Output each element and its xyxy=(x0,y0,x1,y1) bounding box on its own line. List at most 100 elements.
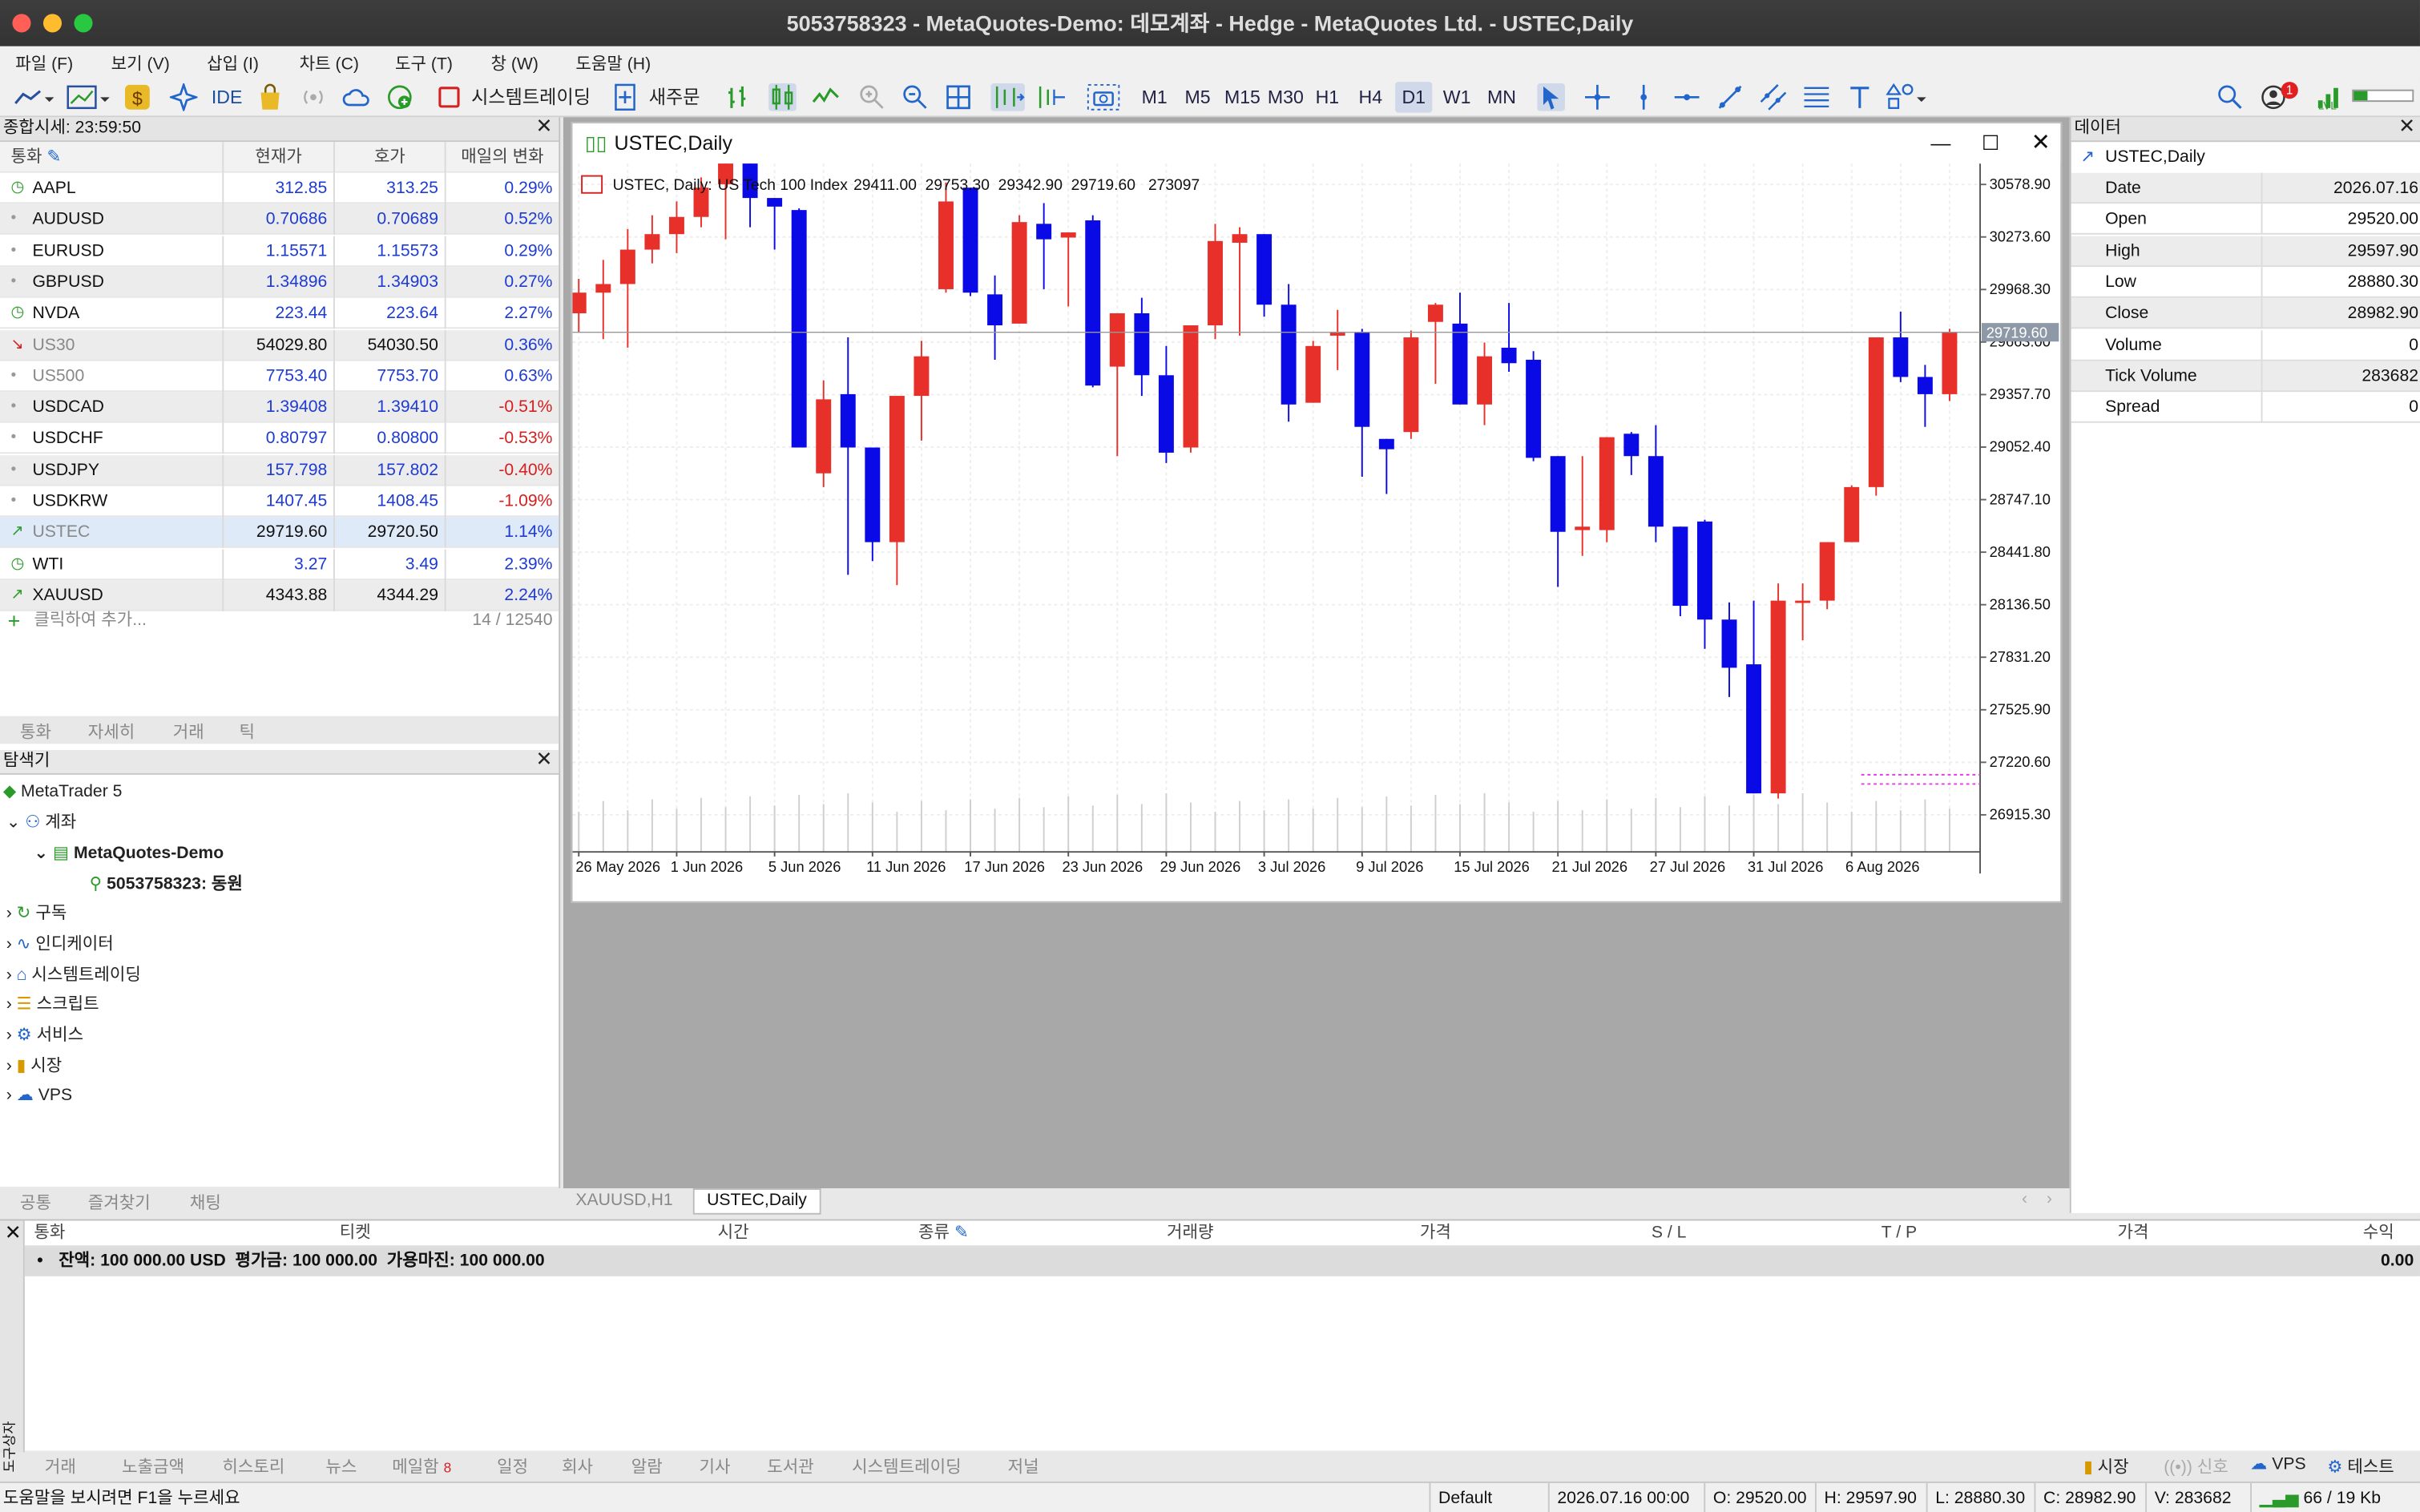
menu-charts[interactable]: 차트 (C) xyxy=(300,51,359,76)
zoom-window-button[interactable] xyxy=(74,14,93,33)
algo-trading-icon[interactable] xyxy=(435,83,463,111)
fibonacci-icon[interactable] xyxy=(1803,83,1831,111)
timeframe-m1[interactable]: M1 xyxy=(1136,82,1173,113)
column-type[interactable]: 종류 ✎ xyxy=(918,1220,969,1247)
market-watch-row[interactable]: ◷ AAPL 312.85 313.25 0.29% xyxy=(0,172,559,204)
column-daily-change[interactable]: 매일의 변화 xyxy=(446,142,559,173)
zoom-out-icon[interactable] xyxy=(901,83,930,111)
close-icon[interactable]: ✕ xyxy=(2031,123,2051,163)
market-watch-row[interactable]: • AUDUSD 0.70686 0.70689 0.52% xyxy=(0,204,559,236)
vps-button[interactable]: ☁ VPS xyxy=(2250,1454,2305,1474)
add-symbol-row[interactable]: + 클릭하여 추가... 14 / 12540 xyxy=(0,605,559,636)
timeframe-m5[interactable]: M5 xyxy=(1179,82,1216,113)
column-symbol[interactable]: 통화 xyxy=(34,1220,65,1247)
market-watch-row[interactable]: • USDJPY 157.798 157.802 -0.40% xyxy=(0,454,559,486)
timeframe-m30[interactable]: M30 xyxy=(1264,82,1307,113)
screenshot-icon[interactable] xyxy=(1087,83,1120,111)
maximize-icon[interactable]: ☐ xyxy=(1982,123,1999,163)
market-watch-row[interactable]: ↗ USTEC 29719.60 29720.50 1.14% xyxy=(0,517,559,549)
chart-type-icon[interactable] xyxy=(12,83,55,111)
community-icon[interactable] xyxy=(386,83,414,111)
timeframe-w1[interactable]: W1 xyxy=(1438,82,1475,113)
menu-file[interactable]: 파일 (F) xyxy=(15,51,73,76)
tab-alerts[interactable]: 알람 xyxy=(631,1454,663,1478)
market-bag-icon[interactable] xyxy=(256,83,284,111)
status-connection[interactable]: ▁▃▅ 66 / 19 Kb xyxy=(2250,1482,2420,1512)
candlestick-chart[interactable]: 30578.9030273.6029968.3029663.0029357.70… xyxy=(572,163,2061,901)
candlestick-chart-icon[interactable] xyxy=(768,83,797,111)
menu-help[interactable]: 도움말 (H) xyxy=(575,51,651,76)
navigator-accounts[interactable]: ⌄ ⚇ 계좌 xyxy=(6,812,77,833)
market-watch-row[interactable]: • US500 7753.40 7753.70 0.63% xyxy=(0,361,559,392)
minimize-icon[interactable]: — xyxy=(1930,123,1950,163)
horizontal-line-icon[interactable] xyxy=(1673,83,1701,111)
tab-library[interactable]: 도서관 xyxy=(767,1454,814,1478)
tab-history[interactable]: 히스토리 xyxy=(222,1454,284,1478)
column-profit[interactable]: 수익 xyxy=(2363,1220,2394,1247)
metaeditor-icon[interactable] xyxy=(169,83,198,111)
navigator-root[interactable]: ◆ MetaTrader 5 xyxy=(3,781,123,803)
vertical-line-icon[interactable] xyxy=(1630,83,1658,111)
cursor-icon[interactable] xyxy=(1537,83,1565,111)
edit-icon[interactable]: ✎ xyxy=(46,148,61,167)
tab-symbols[interactable]: 통화 xyxy=(20,720,51,744)
column-bid[interactable]: 현재가 xyxy=(224,142,335,173)
tab-trading[interactable]: 거래 xyxy=(173,720,204,744)
tester-button[interactable]: ⚙ 테스트 xyxy=(2327,1454,2394,1478)
zoom-in-icon[interactable] xyxy=(858,83,886,111)
navigator-vps[interactable]: › ☁ VPS xyxy=(6,1085,72,1107)
column-ask[interactable]: 호가 xyxy=(335,142,446,173)
tab-ticks[interactable]: 틱 xyxy=(240,720,256,744)
tab-news[interactable]: 뉴스 xyxy=(325,1454,357,1478)
new-order-button[interactable]: 새주문 xyxy=(643,82,705,113)
tab-journal[interactable]: 저널 xyxy=(1008,1454,1039,1478)
close-window-button[interactable] xyxy=(12,14,31,33)
crosshair-icon[interactable] xyxy=(1583,83,1611,111)
signals-button[interactable]: ((•)) 신호 xyxy=(2164,1454,2228,1478)
tab-calendar[interactable]: 일정 xyxy=(497,1454,528,1478)
timeframe-h1[interactable]: H1 xyxy=(1309,82,1345,113)
navigator-experts[interactable]: › ⌂ 시스템트레이딩 xyxy=(6,965,141,986)
signals-icon[interactable] xyxy=(300,83,328,111)
tab-chat[interactable]: 채팅 xyxy=(190,1190,221,1215)
minimize-window-button[interactable] xyxy=(42,14,63,33)
navigator-indicators[interactable]: › ∿ 인디케이터 xyxy=(6,933,114,955)
tab-chart-ustec[interactable]: USTEC,Daily xyxy=(692,1188,821,1215)
new-order-icon[interactable] xyxy=(611,83,639,111)
chart-shift-icon[interactable] xyxy=(1034,83,1067,111)
line-chart-icon[interactable] xyxy=(812,83,840,111)
vps-cloud-icon[interactable] xyxy=(342,83,371,111)
column-tp[interactable]: T / P xyxy=(1882,1220,1917,1247)
shapes-icon[interactable] xyxy=(1886,83,1933,111)
column-price[interactable]: 가격 xyxy=(1420,1220,1451,1247)
column-volume[interactable]: 거래량 xyxy=(1167,1220,1214,1247)
market-watch-row[interactable]: ↘ US30 54029.80 54030.50 0.36% xyxy=(0,329,559,361)
market-button[interactable]: ▮ 시장 xyxy=(2083,1454,2129,1478)
navigator-account[interactable]: ⚲ 5053758323: 동원 xyxy=(90,873,243,895)
market-watch-row[interactable]: • GBPUSD 1.34896 1.34903 0.27% xyxy=(0,266,559,298)
menu-tools[interactable]: 도구 (T) xyxy=(395,51,453,76)
timeframe-mn[interactable]: MN xyxy=(1482,82,1522,113)
close-icon[interactable]: ✕ xyxy=(2398,115,2415,137)
column-current-price[interactable]: 가격 xyxy=(2117,1220,2148,1247)
channel-icon[interactable] xyxy=(1760,83,1788,111)
column-sl[interactable]: S / L xyxy=(1652,1220,1687,1247)
chevron-right-icon[interactable]: › xyxy=(2047,1190,2052,1208)
bar-chart-icon[interactable] xyxy=(725,83,753,111)
close-icon[interactable]: ✕ xyxy=(5,1220,22,1245)
chart-window[interactable]: ▯▯ USTEC,Daily — ☐ ✕ 30578.90 30273.60 299… xyxy=(571,122,2063,903)
market-watch-row[interactable]: ◷ WTI 3.27 3.49 2.39% xyxy=(0,548,559,580)
navigator-server[interactable]: ⌄ ▤ MetaQuotes-Demo xyxy=(34,843,224,865)
tab-experts[interactable]: 시스템트레이딩 xyxy=(852,1454,961,1478)
menu-window[interactable]: 창 (W) xyxy=(490,51,538,76)
new-chart-icon[interactable] xyxy=(65,83,111,111)
market-watch-row[interactable]: • USDCHF 0.80797 0.80800 -0.53% xyxy=(0,423,559,454)
column-time[interactable]: 시간 xyxy=(718,1220,749,1247)
tab-trade[interactable]: 거래 xyxy=(45,1454,76,1478)
tab-details[interactable]: 자세히 xyxy=(88,720,135,744)
market-watch-row[interactable]: • USDCAD 1.39408 1.39410 -0.51% xyxy=(0,392,559,423)
timeframe-m15[interactable]: M15 xyxy=(1220,82,1264,113)
auto-scroll-icon[interactable] xyxy=(990,83,1025,111)
market-watch-row[interactable]: • USDKRW 1407.45 1408.45 -1.09% xyxy=(0,486,559,518)
dollar-icon[interactable]: $ xyxy=(123,83,151,111)
